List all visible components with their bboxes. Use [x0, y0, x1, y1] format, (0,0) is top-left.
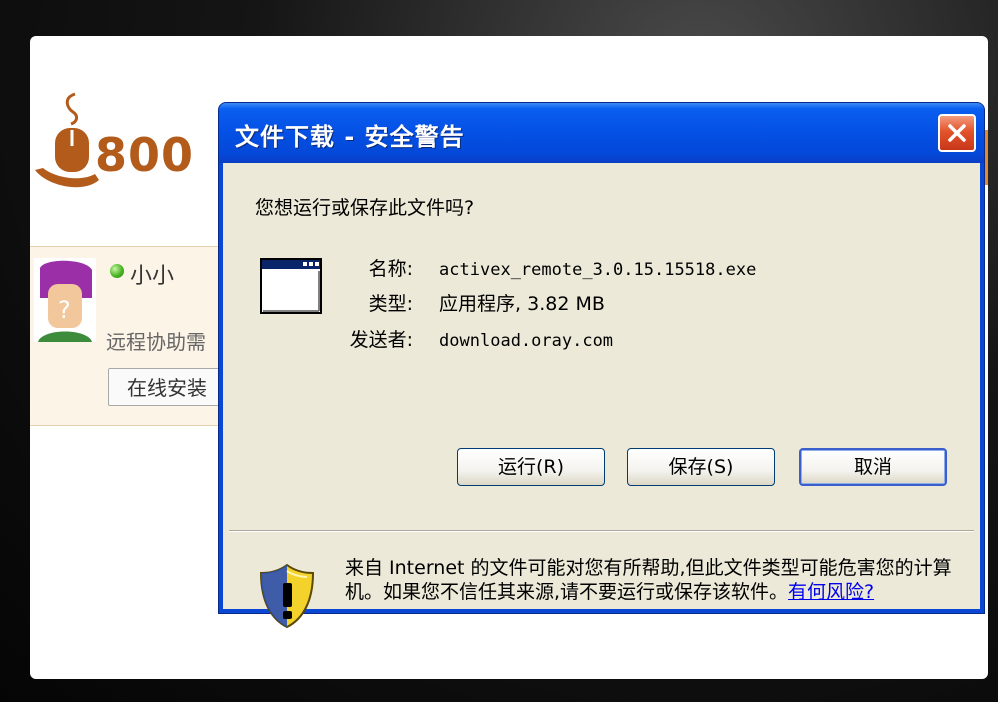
dialog-body: 您想运行或保存此文件吗? 名称: activex_remote_3.0.15.1…	[223, 163, 980, 629]
file-sender-label: 发送者:	[349, 329, 413, 351]
dialog-title: 文件下载 - 安全警告	[235, 123, 465, 151]
file-name-label: 名称:	[368, 258, 413, 280]
user-name: 小小	[130, 264, 175, 289]
file-type-label: 类型:	[368, 293, 413, 315]
security-shield-icon	[259, 563, 315, 629]
user-avatar-icon: ?	[34, 258, 96, 342]
close-icon	[948, 124, 966, 142]
file-type-row: 类型: 应用程序, 3.82 MB	[307, 289, 605, 316]
user-description: 远程协助需	[106, 330, 206, 354]
online-install-button[interactable]: 在线安装	[108, 368, 228, 406]
file-download-dialog: 文件下载 - 安全警告 您想运行或保存此文件吗? 名称: activex_rem…	[218, 102, 985, 629]
dialog-separator	[229, 530, 974, 532]
security-warning-text: 来自 Internet 的文件可能对您有所帮助,但此文件类型可能危害您的计算机。…	[345, 556, 977, 604]
file-sender-value: download.oray.com	[439, 331, 614, 351]
dialog-question: 您想运行或保存此文件吗?	[255, 197, 475, 219]
svg-text:?: ?	[58, 296, 71, 324]
save-button[interactable]: 保存(S)	[627, 448, 775, 486]
run-button[interactable]: 运行(R)	[457, 448, 605, 486]
site-logo-text: 800	[95, 128, 195, 182]
dialog-titlebar[interactable]: 文件下载 - 安全警告	[219, 103, 984, 163]
close-button[interactable]	[938, 114, 976, 152]
file-sender-row: 发送者: download.oray.com	[307, 325, 613, 352]
online-status-icon	[110, 264, 124, 278]
file-name-row: 名称: activex_remote_3.0.15.15518.exe	[307, 254, 757, 281]
file-type-value: 应用程序, 3.82 MB	[439, 293, 605, 315]
file-name-value: activex_remote_3.0.15.15518.exe	[439, 260, 757, 280]
cancel-button[interactable]: 取消	[799, 448, 947, 486]
what-is-the-risk-link[interactable]: 有何风险?	[788, 581, 874, 603]
